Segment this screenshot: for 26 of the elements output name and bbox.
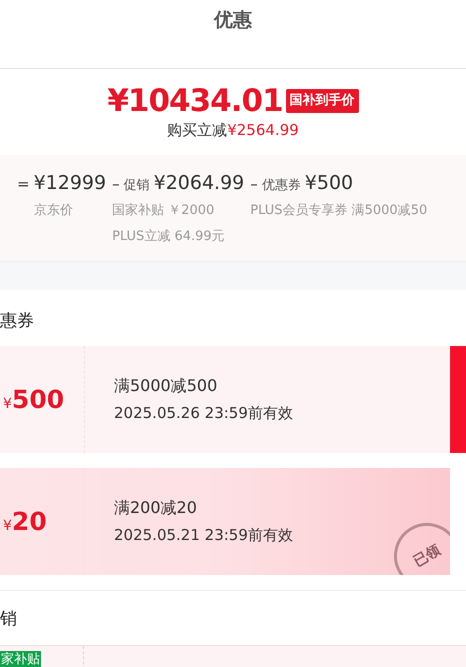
coupon-value: ¥500	[3, 384, 64, 416]
claim-button[interactable]	[450, 346, 466, 453]
item-note: 京东价	[34, 202, 74, 220]
coupon-expiry: 2025.05.21 23:59前有效	[114, 525, 294, 546]
item-label: 优惠券	[262, 177, 301, 195]
item-amount: ¥12999	[34, 171, 106, 196]
price-badge: 国补到手价	[286, 89, 359, 113]
saving-amount: ¥2564.99	[227, 120, 299, 140]
operator-sign: =	[17, 174, 30, 195]
subsidy-tag: 家补贴	[0, 651, 41, 667]
operator-sign: –	[250, 174, 258, 195]
item-amount: ¥2064.99	[154, 171, 244, 196]
item-note: PLUS会员专享券 满5000减50	[250, 202, 428, 220]
item-note: PLUS立减 64.99元	[112, 228, 226, 246]
final-price: ¥10434.01	[107, 83, 283, 119]
section-heading: 惠券	[0, 310, 35, 333]
coupon-expiry: 2025.05.26 23:59前有效	[114, 403, 294, 424]
item-label: 促销	[124, 177, 150, 195]
item-amount: ¥500	[304, 171, 354, 196]
coupon-value: ¥20	[3, 506, 47, 538]
saving-label: 购买立减	[167, 120, 228, 140]
page-title: 优惠	[214, 8, 252, 33]
coupon-rule: 满200减20	[114, 497, 198, 520]
item-note: 国家补贴 ￥2000	[112, 202, 216, 220]
operator-sign: –	[112, 174, 120, 195]
coupon-rule: 满5000减500	[114, 375, 218, 398]
